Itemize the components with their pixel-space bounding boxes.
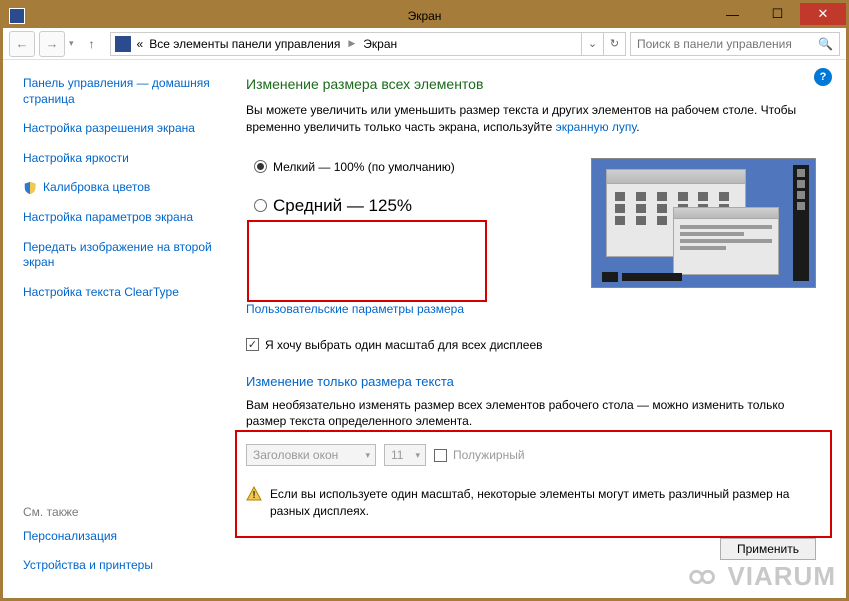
checkbox-label: Я хочу выбрать один масштаб для всех дис… [265,338,543,352]
sidebar-footer-personalization[interactable]: Персонализация [23,529,220,545]
single-scale-checkbox-row[interactable]: ✓ Я хочу выбрать один масштаб для всех д… [246,338,816,352]
checkbox-icon: ✓ [246,338,259,351]
radio-medium[interactable]: Средний — 125% [254,196,455,216]
warning-icon: ! [246,486,262,502]
warning-text: Если вы используете один масштаб, некото… [270,486,816,520]
custom-size-link[interactable]: Пользовательские параметры размера [246,302,464,316]
bold-label: Полужирный [453,448,525,462]
back-button[interactable]: ← [9,31,35,57]
radio-small[interactable]: Мелкий — 100% (по умолчанию) [254,160,455,174]
breadcrumb-item[interactable]: Все элементы панели управления [149,37,340,51]
breadcrumb-prefix: « [137,37,144,51]
close-button[interactable]: ✕ [800,3,846,25]
radio-icon [254,160,267,173]
radio-small-label: Мелкий — 100% (по умолчанию) [273,160,455,174]
address-dropdown[interactable]: ⌄ [581,33,603,55]
sidebar-item-resolution[interactable]: Настройка разрешения экрана [23,121,220,137]
sidebar-footer-devices[interactable]: Устройства и принтеры [23,558,220,574]
minimize-button[interactable]: — [710,3,755,25]
sidebar-footer-title: См. также [23,505,220,519]
svg-text:!: ! [252,490,255,501]
app-icon [9,8,25,24]
history-dropdown[interactable]: ▾ [69,38,74,49]
refresh-button[interactable]: ↻ [603,33,625,55]
bold-checkbox[interactable]: Полужирный [434,448,525,462]
radio-icon [254,199,267,212]
sidebar-item-project[interactable]: Передать изображение на второй экран [23,240,220,271]
magnifier-link[interactable]: экранную лупу [556,120,637,134]
sidebar-item-home[interactable]: Панель управления — домашняя страница [23,76,220,107]
window-title: Экран [408,9,442,23]
sidebar-item-brightness[interactable]: Настройка яркости [23,151,220,167]
search-input[interactable] [637,37,833,51]
page-description: Вы можете увеличить или уменьшить размер… [246,102,816,136]
text-size-combo[interactable]: 11 [384,444,426,466]
sidebar: Панель управления — домашняя страница На… [3,60,228,598]
radio-medium-label: Средний — 125% [273,196,412,216]
main-panel: Изменение размера всех элементов Вы може… [228,60,846,598]
location-icon [115,36,131,52]
forward-button[interactable]: → [39,31,65,57]
section-text-size-heading: Изменение только размера текста [246,374,816,389]
titlebar: Экран — ☐ ✕ [3,3,846,28]
search-box[interactable]: 🔍 [630,32,840,56]
shield-icon [23,180,37,196]
section-text-size-desc: Вам необязательно изменять размер всех э… [246,397,816,431]
search-icon: 🔍 [818,37,833,51]
checkbox-icon [434,449,447,462]
address-bar[interactable]: « Все элементы панели управления ▶ Экран… [110,32,626,56]
navbar: ← → ▾ ↑ « Все элементы панели управления… [3,28,846,60]
sidebar-item-cleartype[interactable]: Настройка текста ClearType [23,285,220,301]
display-preview [591,158,816,288]
watermark: VIARUM [685,561,836,592]
text-item-combo[interactable]: Заголовки окон [246,444,376,466]
chevron-right-icon: ▶ [348,38,355,49]
sidebar-item-color-calibration[interactable]: Калибровка цветов [43,180,150,196]
sidebar-item-display-settings[interactable]: Настройка параметров экрана [23,210,220,226]
page-heading: Изменение размера всех элементов [246,76,816,92]
maximize-button[interactable]: ☐ [755,3,800,25]
up-button[interactable]: ↑ [82,34,102,54]
apply-button[interactable]: Применить [720,538,816,560]
breadcrumb-item[interactable]: Экран [363,37,397,51]
